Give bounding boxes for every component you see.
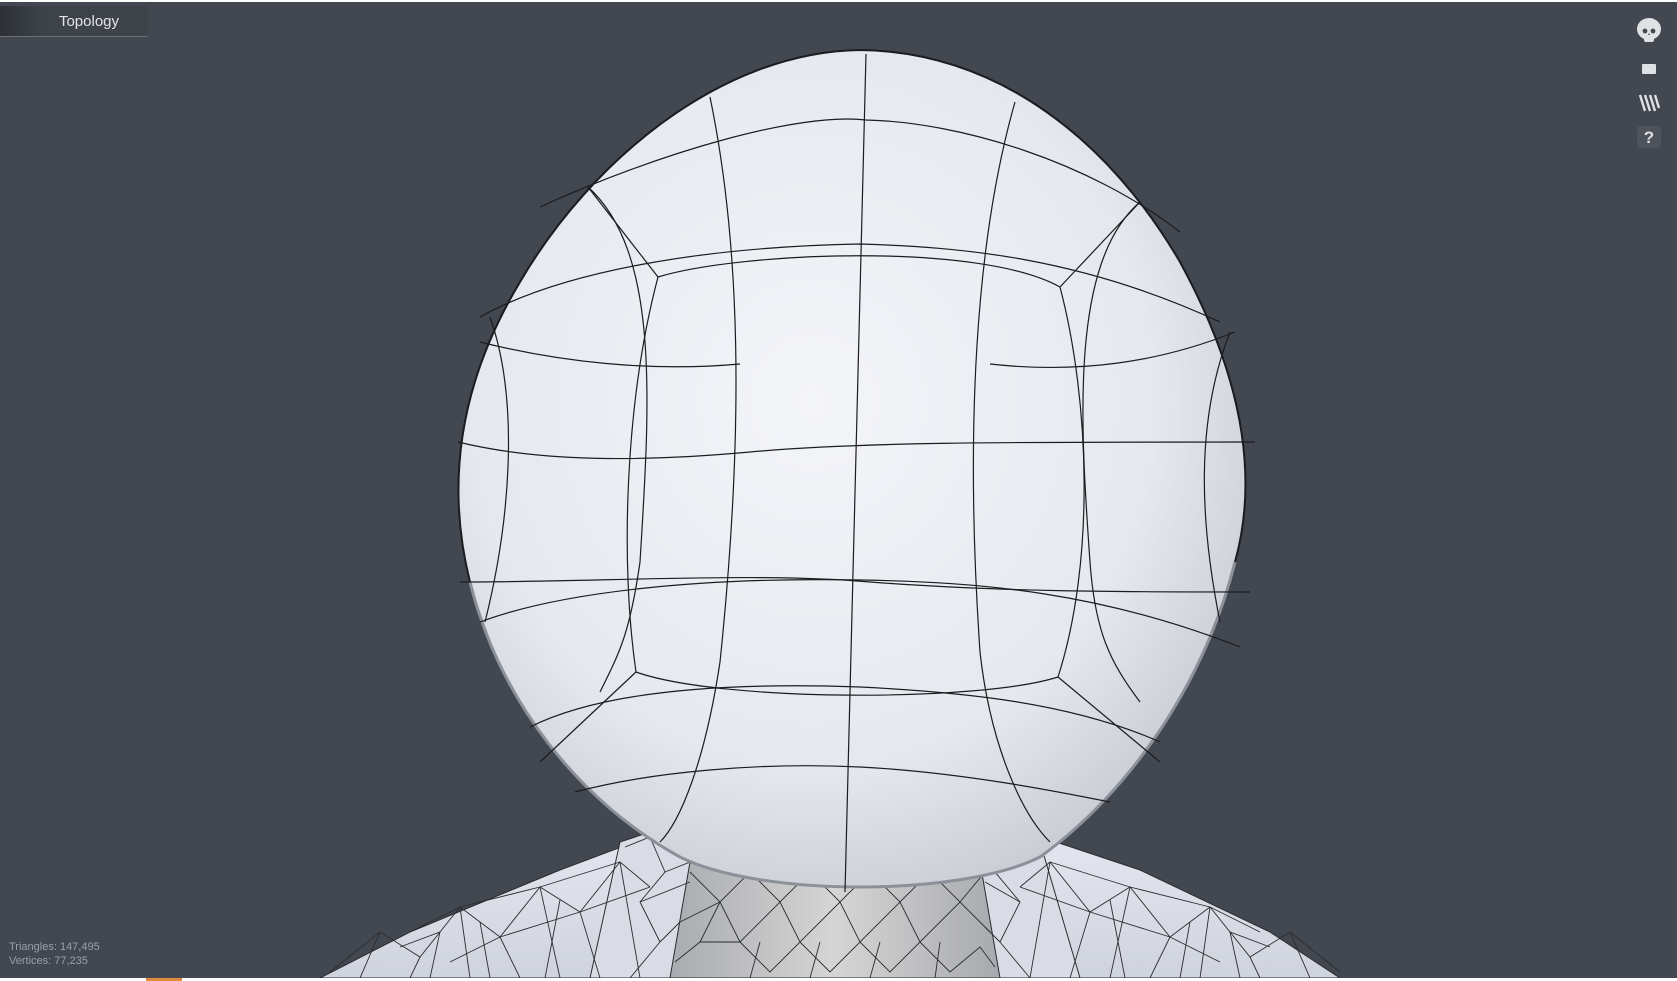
3d-viewport[interactable]: Topology ? Triangles: 147,495 Vertices: … [0, 2, 1677, 978]
wireframe-button[interactable] [1633, 88, 1665, 118]
mesh-stats: Triangles: 147,495 Vertices: 77,235 [9, 940, 100, 968]
display-mode-button[interactable] [1633, 54, 1665, 84]
topology-tab[interactable]: Topology [0, 6, 148, 37]
sculpt-app: Topology ? Triangles: 147,495 Vertices: … [0, 0, 1677, 981]
help-button[interactable]: ? [1633, 122, 1665, 152]
skull-icon [1637, 18, 1661, 42]
triangles-count: Triangles: 147,495 [9, 941, 100, 953]
head-mesh [457, 48, 1256, 893]
vertices-count: Vertices: 77,235 [9, 955, 88, 967]
display-mode-icon [1642, 64, 1656, 74]
svg-text:?: ? [1644, 128, 1654, 147]
skull-button[interactable] [1633, 16, 1665, 46]
help-icon: ? [1637, 126, 1661, 148]
topology-tab-label: Topology [58, 13, 120, 30]
scene[interactable] [0, 2, 1677, 978]
wireframe-icon [1638, 94, 1661, 112]
